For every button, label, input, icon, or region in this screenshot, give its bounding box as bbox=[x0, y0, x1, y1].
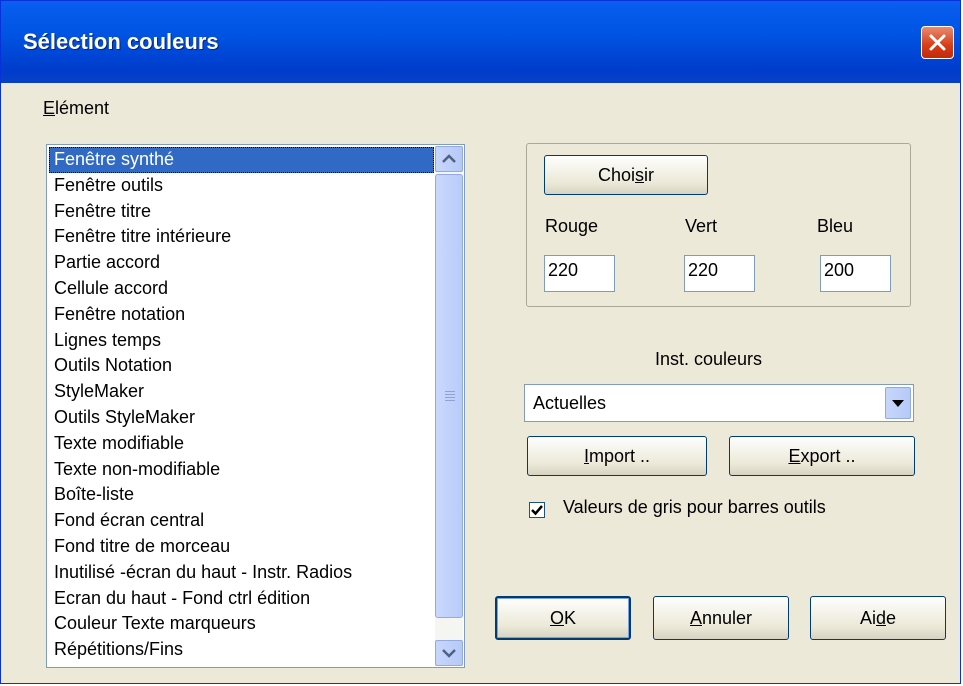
list-item[interactable]: Outils Notation bbox=[49, 353, 434, 379]
element-label-text: Elément bbox=[43, 98, 110, 118]
list-item[interactable]: Ecran du haut - Fond ctrl édition bbox=[49, 586, 434, 612]
import-text: Import .. bbox=[583, 446, 651, 466]
scroll-thumb[interactable] bbox=[435, 174, 463, 618]
cancel-text: Annuler bbox=[689, 608, 753, 628]
vertical-scrollbar[interactable] bbox=[435, 146, 463, 666]
element-listbox[interactable]: Fenêtre synthé Fenêtre outils Fenêtre titr… bbox=[46, 144, 465, 668]
list-item[interactable]: Fenêtre notation bbox=[49, 302, 434, 328]
title-bar[interactable]: Sélection couleurs bbox=[1, 1, 960, 83]
close-icon bbox=[929, 34, 946, 51]
list-item[interactable]: Fenêtre titre bbox=[49, 199, 434, 225]
list-item[interactable]: Cellule accord bbox=[49, 276, 434, 302]
gray-toolbars-checkbox[interactable] bbox=[529, 502, 545, 518]
choose-color-button[interactable]: Choisir bbox=[544, 155, 708, 195]
list-item[interactable]: Partie accord bbox=[49, 250, 434, 276]
list-item[interactable]: Couleur Texte marqueurs bbox=[49, 611, 434, 637]
color-set-dropdown[interactable]: Actuelles bbox=[524, 384, 914, 422]
list-item[interactable]: Outils StyleMaker bbox=[49, 405, 434, 431]
color-set-label: Inst. couleurs bbox=[655, 349, 763, 369]
list-item[interactable]: StyleMaker bbox=[49, 379, 434, 405]
chevron-down-icon bbox=[442, 649, 456, 658]
color-selection-dialog: Sélection couleurs Elément Fenêtre synth… bbox=[0, 0, 961, 684]
gray-toolbars-label: Valeurs de gris pour barres outils bbox=[563, 497, 826, 517]
help-button[interactable]: Aide bbox=[810, 596, 946, 640]
red-input[interactable]: 220 bbox=[544, 255, 615, 292]
close-button[interactable] bbox=[921, 26, 954, 59]
list-item[interactable]: Fenêtre outils bbox=[49, 173, 434, 199]
element-list-items: Fenêtre synthé Fenêtre outils Fenêtre titr… bbox=[49, 147, 434, 665]
list-item[interactable]: Lignes temps bbox=[49, 328, 434, 354]
list-item[interactable]: Texte modifiable bbox=[49, 431, 434, 457]
list-item[interactable]: Inutilisé -écran du haut - Instr. Radios bbox=[49, 560, 434, 586]
color-set-value: Actuelles bbox=[533, 393, 607, 413]
export-text: Export .. bbox=[788, 446, 856, 466]
ok-text: OK bbox=[549, 608, 577, 628]
green-label: Vert bbox=[685, 216, 718, 236]
list-item[interactable]: Fond titre de morceau bbox=[49, 534, 434, 560]
blue-input[interactable]: 200 bbox=[820, 255, 891, 292]
green-input[interactable]: 220 bbox=[684, 255, 755, 292]
import-button[interactable]: Import .. bbox=[527, 436, 707, 476]
dialog-body: Elément Fenêtre synthé Fenêtre outils Fenê… bbox=[1, 83, 960, 683]
color-values-group: Choisir Rouge Vert Bleu 220 220 200 bbox=[526, 143, 911, 307]
chevron-up-icon bbox=[442, 154, 456, 163]
ok-button[interactable]: OK bbox=[495, 596, 631, 640]
list-item[interactable]: Texte non-modifiable bbox=[49, 457, 434, 483]
list-item[interactable]: Fenêtre synthé bbox=[49, 147, 434, 173]
blue-label: Bleu bbox=[817, 216, 854, 236]
element-label: Elément bbox=[43, 98, 109, 119]
dialog-title: Sélection couleurs bbox=[23, 29, 219, 54]
scroll-down-button[interactable] bbox=[435, 640, 463, 666]
dropdown-button[interactable] bbox=[885, 387, 911, 419]
scroll-up-button[interactable] bbox=[435, 146, 463, 172]
triangle-down-icon bbox=[892, 400, 904, 407]
help-text: Aide bbox=[859, 608, 897, 628]
export-button[interactable]: Export .. bbox=[729, 436, 915, 476]
red-label: Rouge bbox=[545, 216, 599, 236]
list-item[interactable]: Fenêtre titre intérieure bbox=[49, 224, 434, 250]
list-item[interactable]: Répétitions/Fins bbox=[49, 637, 434, 663]
list-item[interactable]: Fond écran central bbox=[49, 508, 434, 534]
checkmark-icon bbox=[531, 505, 543, 516]
choose-text: Choisir bbox=[597, 165, 655, 185]
list-item[interactable]: Boîte-liste bbox=[49, 482, 434, 508]
cancel-button[interactable]: Annuler bbox=[653, 596, 789, 640]
